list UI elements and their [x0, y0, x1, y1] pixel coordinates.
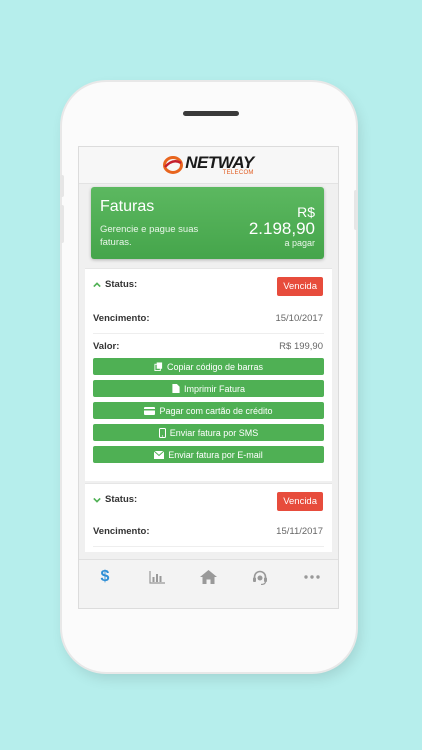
invoice-toggle[interactable]: Status:: [93, 494, 137, 505]
chevron-up-icon: [93, 281, 101, 287]
main-content: Faturas Gerencie e pague suas faturas. R…: [79, 184, 338, 560]
support-headset-icon: [253, 570, 268, 585]
copy-icon: [154, 362, 163, 371]
mobile-phone-icon: [158, 427, 166, 438]
send-sms-label: Enviar fatura por SMS: [169, 427, 259, 438]
due-date-label: Vencimento:: [93, 526, 150, 537]
print-invoice-label: Imprimir Fatura: [183, 383, 245, 394]
print-invoice-button[interactable]: Imprimir Fatura: [93, 380, 324, 397]
phone-side-button: [60, 205, 64, 243]
invoice-toggle[interactable]: Status:: [93, 279, 137, 290]
phone-speaker: [183, 111, 239, 116]
phone-side-button: [60, 175, 64, 197]
row-divider: [93, 333, 324, 334]
bar-chart-icon: [149, 570, 165, 584]
copy-barcode-button[interactable]: Copiar código de barras: [93, 358, 324, 375]
status-label: Status:: [105, 279, 138, 290]
summary-currency: R$: [297, 204, 315, 220]
value-label: Valor:: [93, 341, 120, 352]
tab-support[interactable]: [234, 546, 286, 608]
summary-description: Gerencie e pague suas faturas.: [100, 224, 199, 248]
netway-logo: NETWAY TELECOM: [163, 153, 254, 176]
invoice-item: Status: Vencida Vencimento: 15/11/2017: [85, 483, 332, 552]
summary-title: Faturas: [100, 198, 155, 215]
tab-more[interactable]: [286, 546, 338, 608]
send-sms-button[interactable]: Enviar fatura por SMS: [93, 424, 324, 441]
due-date-value: 15/11/2017: [276, 526, 323, 537]
more-icon: [304, 575, 320, 579]
invoices-summary-card: Faturas Gerencie e pague suas faturas. R…: [91, 187, 324, 259]
send-email-button[interactable]: Enviar fatura por E-mail: [93, 446, 324, 463]
chevron-down-icon: [93, 497, 101, 503]
pay-credit-card-label: Pagar com cartão de crédito: [159, 405, 273, 416]
status-label: Status:: [105, 494, 138, 505]
logo-subtitle: TELECOM: [222, 170, 254, 176]
tab-consumption[interactable]: [131, 546, 183, 608]
logo-wordmark: NETWAY: [185, 153, 254, 172]
tab-invoices[interactable]: $: [79, 546, 131, 608]
document-icon: [172, 384, 180, 393]
summary-amount-caption: a pagar: [284, 238, 315, 248]
status-badge: Vencida: [277, 277, 323, 296]
dollar-icon: $: [100, 568, 110, 585]
copy-barcode-label: Copiar código de barras: [166, 361, 264, 372]
app-header: NETWAY TELECOM: [79, 147, 338, 184]
phone-side-button: [354, 190, 358, 230]
due-date-value: 15/10/2017: [275, 313, 323, 324]
bottom-tab-bar: $: [79, 559, 338, 608]
home-icon: [199, 570, 217, 584]
value-amount: R$ 199,90: [279, 341, 323, 352]
netway-logo-icon: [163, 156, 184, 174]
credit-card-icon: [144, 406, 156, 415]
summary-amount: 2.198,90: [248, 219, 315, 238]
status-badge: Vencida: [277, 492, 323, 511]
invoice-actions: Copiar código de barras Imprimir Fatura …: [93, 358, 324, 468]
tab-home[interactable]: [183, 546, 235, 608]
pay-credit-card-button[interactable]: Pagar com cartão de crédito: [93, 402, 324, 419]
app-screen: NETWAY TELECOM Faturas Gerencie e pague …: [79, 147, 338, 608]
invoice-item: Status: Vencida Vencimento: 15/10/2017 V…: [85, 268, 332, 481]
due-date-label: Vencimento:: [93, 313, 150, 324]
send-email-label: Enviar fatura por E-mail: [168, 449, 263, 460]
envelope-icon: [154, 450, 165, 459]
